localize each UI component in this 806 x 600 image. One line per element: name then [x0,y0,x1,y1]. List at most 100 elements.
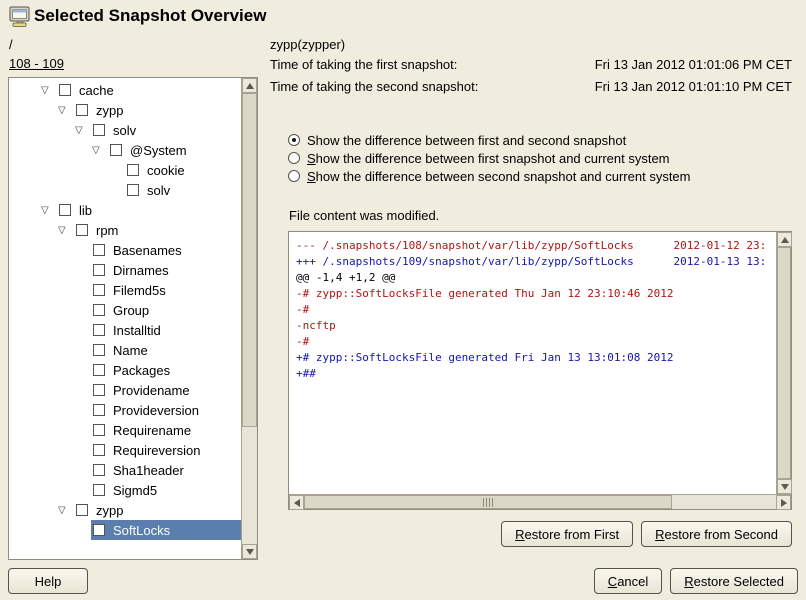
tree-item-body[interactable]: Requireversion [91,440,241,460]
tree-expander-open-icon[interactable]: ▽ [56,105,74,116]
radio-unselected-icon[interactable] [288,170,300,182]
tree-item-checkbox[interactable] [93,304,105,316]
tree-item-checkbox[interactable] [93,384,105,396]
tree-item-body[interactable]: lib [57,200,241,220]
radio-option-3[interactable]: Show the difference between second snaps… [288,167,691,185]
tree-item-body[interactable]: zypp [74,500,241,520]
tree-item-filemd5s[interactable]: Filemd5s [9,280,241,300]
radio-option-2[interactable]: Show the difference between first snapsh… [288,149,691,167]
tree-item-rpm[interactable]: ▽rpm [9,220,241,240]
tree-item-requirename[interactable]: Requirename [9,420,241,440]
tree-item-packages[interactable]: Packages [9,360,241,380]
restore-from-first-button[interactable]: Restore from First [501,521,633,547]
diff-scroll-down-button[interactable] [777,479,792,494]
tree-item-body[interactable]: cache [57,80,241,100]
tree-item-checkbox[interactable] [76,224,88,236]
tree-expander-open-icon[interactable]: ▽ [39,205,57,216]
tree-item-requireversion[interactable]: Requireversion [9,440,241,460]
tree-item-checkbox[interactable] [93,444,105,456]
tree-item-dirnames[interactable]: Dirnames [9,260,241,280]
tree-item-installtid[interactable]: Installtid [9,320,241,340]
cancel-button[interactable]: Cancel [594,568,662,594]
tree-item-lib[interactable]: ▽lib [9,200,241,220]
tree-item-cache[interactable]: ▽cache [9,80,241,100]
tree-item-body[interactable]: Requirename [91,420,241,440]
tree-item-body[interactable]: solv [91,120,241,140]
tree-item-checkbox[interactable] [93,344,105,356]
tree-item-checkbox[interactable] [59,204,71,216]
tree-item-checkbox[interactable] [127,184,139,196]
tree-item-body[interactable]: Sha1header [91,460,241,480]
tree-item-checkbox[interactable] [76,104,88,116]
tree-item-basenames[interactable]: Basenames [9,240,241,260]
tree-item-body[interactable]: Providename [91,380,241,400]
tree-item-checkbox[interactable] [93,124,105,136]
tree-item-providename[interactable]: Providename [9,380,241,400]
tree-item-body[interactable]: SoftLocks [91,520,241,540]
tree-item-body[interactable]: cookie [125,160,241,180]
radio-option-1[interactable]: Show the difference between first and se… [288,131,691,149]
tree-item-checkbox[interactable] [93,404,105,416]
diff-scroll-up-button[interactable] [777,232,792,247]
restore-from-second-button[interactable]: Restore from Second [641,521,792,547]
radio-unselected-icon[interactable] [288,152,300,164]
tree-scrollbar-track[interactable] [242,427,257,544]
tree-item-zypp[interactable]: ▽zypp [9,100,241,120]
tree-item-checkbox[interactable] [93,284,105,296]
tree-scrollbar-thumb[interactable] [242,93,257,427]
tree-item-solv[interactable]: ▽solv [9,120,241,140]
tree-item-body[interactable]: Installtid [91,320,241,340]
tree-expander-open-icon[interactable]: ▽ [56,225,74,236]
tree-item-body[interactable]: @System [108,140,241,160]
tree-item-sha1header[interactable]: Sha1header [9,460,241,480]
tree-item-checkbox[interactable] [93,264,105,276]
tree-item-sigmd5[interactable]: Sigmd5 [9,480,241,500]
tree-scroll-down-button[interactable] [242,544,257,559]
tree-item-body[interactable]: Filemd5s [91,280,241,300]
diff-vertical-scrollbar[interactable] [776,232,791,494]
tree-expander-open-icon[interactable]: ▽ [39,85,57,96]
tree-item-body[interactable]: Name [91,340,241,360]
tree-item-provideversion[interactable]: Provideversion [9,400,241,420]
tree-item-body[interactable]: Basenames [91,240,241,260]
tree-item-cookie[interactable]: cookie [9,160,241,180]
tree-item-checkbox[interactable] [127,164,139,176]
tree-item-body[interactable]: Dirnames [91,260,241,280]
diff-content[interactable]: --- /.snapshots/108/snapshot/var/lib/zyp… [290,233,776,494]
tree-item-group[interactable]: Group [9,300,241,320]
help-button[interactable]: Help [8,568,88,594]
diff-hscroll-thumb[interactable] [304,495,672,509]
tree-item-body[interactable]: rpm [74,220,241,240]
tree-item-checkbox[interactable] [76,504,88,516]
tree-item-body[interactable]: Sigmd5 [91,480,241,500]
tree-expander-open-icon[interactable]: ▽ [56,505,74,516]
tree-expander-open-icon[interactable]: ▽ [73,125,91,136]
diff-scroll-left-button[interactable] [289,495,304,510]
tree-vertical-scrollbar[interactable] [241,78,257,559]
tree-item-body[interactable]: Group [91,300,241,320]
tree-item-body[interactable]: zypp [74,100,241,120]
radio-selected-icon[interactable] [288,134,300,146]
tree-item-checkbox[interactable] [93,424,105,436]
tree-item-body[interactable]: Provideversion [91,400,241,420]
tree-item-body[interactable]: solv [125,180,241,200]
diff-scroll-right-button[interactable] [776,495,791,510]
diff-horizontal-scrollbar[interactable] [289,494,791,509]
diff-hscroll-track[interactable] [672,495,776,509]
tree-item-checkbox[interactable] [110,144,122,156]
diff-vscroll-thumb[interactable] [777,247,791,479]
tree-item-checkbox[interactable] [93,364,105,376]
tree-item-checkbox[interactable] [93,324,105,336]
tree-item-checkbox[interactable] [93,524,105,536]
tree-item-body[interactable]: Packages [91,360,241,380]
tree-item-zypp[interactable]: ▽zypp [9,500,241,520]
tree-expander-open-icon[interactable]: ▽ [90,145,108,156]
tree-item-softlocks[interactable]: SoftLocks [9,520,241,540]
tree-item-system[interactable]: ▽@System [9,140,241,160]
restore-selected-button[interactable]: Restore Selected [670,568,798,594]
tree-item-checkbox[interactable] [59,84,71,96]
tree-item-checkbox[interactable] [93,484,105,496]
tree-item-checkbox[interactable] [93,244,105,256]
tree-scroll-up-button[interactable] [242,78,257,93]
tree-item-solv[interactable]: solv [9,180,241,200]
